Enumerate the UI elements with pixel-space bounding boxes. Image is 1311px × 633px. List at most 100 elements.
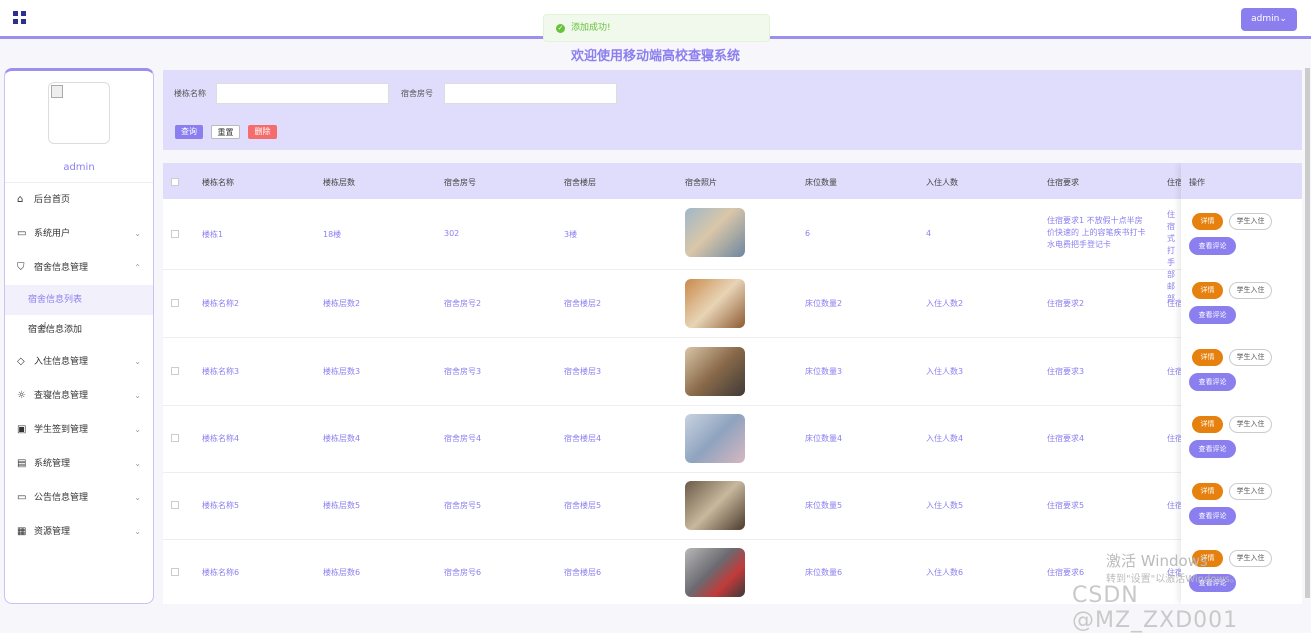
table-row: 楼栋名称4 楼栋层数4 宿舍房号4 宿舍楼层4 床位数量4 入住人数4 住宿要求… (163, 405, 1302, 473)
table-row: 楼栋名称3 楼栋层数3 宿舍房号3 宿舍楼层3 床位数量3 入住人数3 住宿要求… (163, 338, 1302, 406)
view-comments-button[interactable]: 查看评论 (1189, 507, 1236, 525)
row-checkbox[interactable] (171, 230, 179, 238)
sidebar-subitem-dorm-list[interactable]: 宿舍信息列表 (5, 285, 153, 315)
bookmark-icon: ⛉ (17, 262, 25, 273)
sidebar-item-checkin-management[interactable]: ◇ 入住信息管理 ⌄ (5, 345, 153, 379)
table-row: 楼栋1 18楼 302 3楼 6 4 住宿要求1 不放假十点半房价快速的 上的容… (163, 199, 1302, 303)
view-comments-button[interactable]: 查看评论 (1189, 306, 1236, 324)
detail-button[interactable]: 详情 (1192, 349, 1223, 366)
cell-room-number: 宿舍房号3 (444, 367, 482, 376)
sidebar-item-dorm-management[interactable]: ⛉ 宿舍信息管理 ⌃ (5, 251, 153, 285)
sidebar-menu: ⌂ 后台首页 ▭ 系统用户 ⌄ ⛉ 宿舍信息管理 ⌃ 宿舍信息列表 宿舍信息添加… (5, 182, 153, 549)
view-comments-button[interactable]: 查看评论 (1189, 237, 1236, 255)
chevron-down-icon: ⌄ (134, 493, 141, 502)
dorm-photo (685, 208, 745, 257)
sidebar-item-label: 查寝信息管理 (34, 391, 89, 401)
sidebar-item-home[interactable]: ⌂ 后台首页 (5, 183, 153, 217)
chevron-down-icon: ⌄ (134, 391, 141, 400)
cell-requirement: 住宿要求2 (1047, 299, 1085, 308)
row-checkbox[interactable] (171, 367, 179, 375)
detail-button[interactable]: 详情 (1192, 213, 1223, 230)
sidebar-item-label: 资源管理 (34, 527, 71, 537)
chevron-down-icon: ⌄ (134, 357, 141, 366)
building-name-label: 楼栋名称 (174, 89, 206, 98)
cell-beds: 床位数量4 (805, 434, 843, 443)
cell-room-floor: 宿舍楼层5 (564, 501, 602, 510)
table-row: 楼栋名称5 楼栋层数5 宿舍房号5 宿舍楼层5 床位数量5 入住人数5 住宿要求… (163, 472, 1302, 540)
cell-room-number: 宿舍房号6 (444, 568, 482, 577)
cell-beds: 床位数量6 (805, 568, 843, 577)
cell-room-floor: 3楼 (564, 230, 578, 239)
sidebar-item-resource-management[interactable]: ▦ 资源管理 ⌄ (5, 515, 153, 549)
search-panel: 楼栋名称 宿舍房号 查询 重置 删除 (163, 70, 1302, 150)
query-button[interactable]: 查询 (175, 125, 203, 139)
cell-requirement: 住宿要求5 (1047, 501, 1085, 510)
cell-requirement: 住宿要求1 不放假十点半房价快速的 上的容笔疾书打卡水电费把手登记卡 (1047, 216, 1146, 249)
csdn-watermark: CSDN @MZ_ZXD001 (1072, 583, 1239, 633)
chevron-down-icon: ⌄ (134, 459, 141, 468)
student-checkin-button[interactable]: 学生入住 (1229, 483, 1272, 500)
sidebar-item-signin-management[interactable]: ▣ 学生签到管理 ⌄ (5, 413, 153, 447)
building-name-input[interactable] (216, 83, 389, 104)
chevron-down-icon: ⌄ (134, 425, 141, 434)
dorm-photo (685, 548, 745, 597)
broken-image-icon (51, 85, 63, 98)
sidebar-item-system-management[interactable]: ▤ 系统管理 ⌄ (5, 447, 153, 481)
cell-building-floors: 楼栋层数2 (323, 299, 361, 308)
sidebar-item-system-users[interactable]: ▭ 系统用户 ⌄ (5, 217, 153, 251)
row-checkbox[interactable] (171, 299, 179, 307)
cell-building-name: 楼栋名称2 (202, 299, 240, 308)
avatar (48, 82, 110, 144)
sidebar-item-label: 后台首页 (34, 195, 71, 205)
student-checkin-button[interactable]: 学生入住 (1229, 213, 1272, 230)
cell-building-floors: 18楼 (323, 230, 342, 239)
view-comments-button[interactable]: 查看评论 (1189, 373, 1236, 391)
col-actions: 操作 (1181, 163, 1302, 199)
detail-button[interactable]: 详情 (1192, 483, 1223, 500)
cell-beds: 床位数量2 (805, 299, 843, 308)
windows-activation-watermark: 激活 Windows (1106, 552, 1208, 570)
col-building-floors: 楼栋层数 (323, 178, 355, 187)
cell-building-name: 楼栋名称5 (202, 501, 240, 510)
row-checkbox[interactable] (171, 434, 179, 442)
page-scrollbar[interactable] (1305, 68, 1310, 598)
row-checkbox[interactable] (171, 568, 179, 576)
student-checkin-button[interactable]: 学生入住 (1229, 282, 1272, 299)
detail-button[interactable]: 详情 (1192, 282, 1223, 299)
admin-dropdown-button[interactable]: admin⌄ (1241, 8, 1297, 31)
reset-button[interactable]: 重置 (211, 125, 240, 139)
cell-building-name: 楼栋名称4 (202, 434, 240, 443)
view-comments-button[interactable]: 查看评论 (1189, 440, 1236, 458)
page-title: 欢迎使用移动端高校查寝系统 (570, 49, 740, 64)
row-checkbox[interactable] (171, 501, 179, 509)
detail-button[interactable]: 详情 (1192, 416, 1223, 433)
sidebar-item-label: 入住信息管理 (34, 357, 89, 367)
col-requirement: 住宿要求 (1047, 178, 1079, 187)
col-room-floor: 宿舍楼层 (564, 178, 596, 187)
cell-building-name: 楼栋名称6 (202, 568, 240, 577)
col-occupants: 入住人数 (926, 178, 958, 187)
sidebar-item-notice-management[interactable]: ▭ 公告信息管理 ⌄ (5, 481, 153, 515)
monitor-icon: ▭ (17, 228, 27, 239)
cell-occupants: 入住人数3 (926, 367, 964, 376)
student-checkin-button[interactable]: 学生入住 (1229, 416, 1272, 433)
cell-requirement: 住宿要求6 (1047, 568, 1085, 577)
select-all-checkbox[interactable] (171, 178, 179, 186)
sidebar-item-inspection-management[interactable]: ☼ 查寝信息管理 ⌄ (5, 379, 153, 413)
room-number-input[interactable] (444, 83, 617, 104)
cell-building-floors: 楼栋层数5 (323, 501, 361, 510)
student-checkin-button[interactable]: 学生入住 (1229, 349, 1272, 366)
delete-button[interactable]: 删除 (248, 125, 277, 139)
sidebar-item-label: 公告信息管理 (34, 493, 89, 503)
home-icon: ⌂ (17, 194, 24, 205)
cell-beds: 床位数量5 (805, 501, 843, 510)
sidebar: admin ⌂ 后台首页 ▭ 系统用户 ⌄ ⛉ 宿舍信息管理 ⌃ 宿舍信息列表 … (4, 68, 154, 604)
message-icon: ▭ (17, 492, 27, 503)
cell-beds: 床位数量3 (805, 367, 843, 376)
menu-grid-icon[interactable] (13, 11, 26, 24)
inbox-icon: ▣ (17, 424, 27, 435)
col-room-number: 宿舍房号 (444, 178, 476, 187)
col-building-name: 楼栋名称 (202, 178, 234, 187)
sidebar-subitem-dorm-add[interactable]: 宿舍信息添加 (5, 315, 153, 345)
student-checkin-button[interactable]: 学生入住 (1229, 550, 1272, 567)
